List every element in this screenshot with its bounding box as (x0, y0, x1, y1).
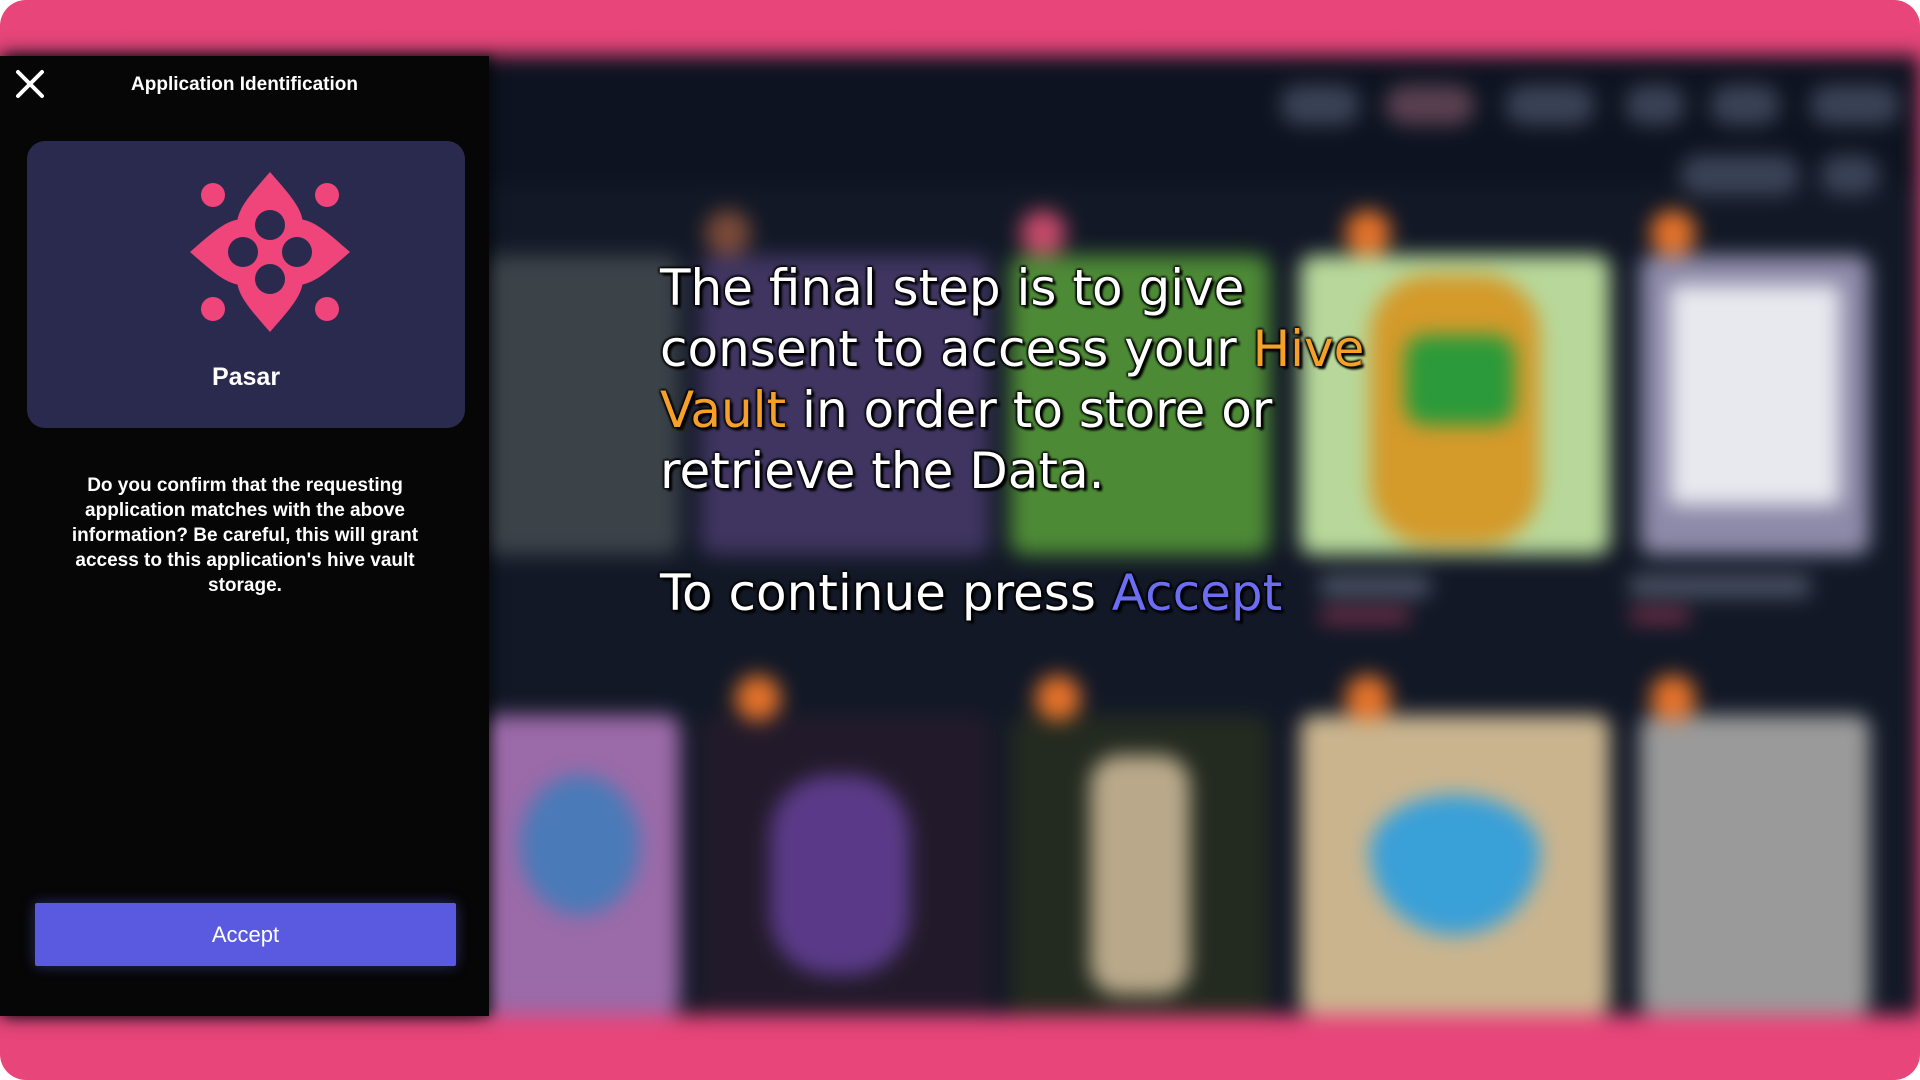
background-nav-pill (1810, 85, 1900, 125)
app-name: Pasar (211, 363, 281, 391)
background-nft-card (1640, 715, 1870, 1015)
continue-instruction: To continue press Accept (660, 563, 1282, 624)
background-nav-pill (1710, 85, 1780, 125)
confirmation-message: Do you confirm that the requesting appli… (71, 475, 419, 596)
background-caption (1320, 575, 1430, 597)
accept-button[interactable]: Accept (35, 903, 456, 966)
background-caption (1630, 575, 1810, 597)
background-nav-pill (1280, 85, 1360, 125)
background-nav-pill (1625, 85, 1685, 125)
instruction-overlay: The final step is to give consent to acc… (660, 258, 1420, 502)
background-nft-card (1300, 715, 1610, 1015)
background-nft-card (480, 715, 680, 1015)
background-nft-card (480, 255, 680, 555)
continue-highlight-accept: Accept (1111, 564, 1283, 622)
pasar-logo-icon (190, 172, 350, 332)
background-nav-pill (1385, 85, 1475, 125)
background-nft-card (1640, 255, 1870, 555)
background-caption (1320, 610, 1410, 622)
background-nft-card (1010, 715, 1270, 1015)
background-caption (1630, 610, 1690, 622)
background-avatar-dot (1035, 675, 1081, 721)
background-nft-card (700, 715, 990, 1015)
background-avatar-dot (1020, 210, 1066, 256)
background-avatar-dot (705, 210, 751, 256)
screenshot-frame: Application Identification Pasar Do you … (0, 0, 1920, 1080)
background-avatar-dot (1345, 210, 1391, 256)
background-nav-pill (1505, 85, 1595, 125)
instruction-text-part1: The final step is to give consent to acc… (660, 259, 1253, 378)
app-info-card: Pasar (27, 141, 465, 428)
panel-title: Application Identification (131, 74, 358, 95)
background-avatar-dot (1650, 675, 1696, 721)
continue-prefix: To continue press (660, 564, 1112, 622)
background-nav-pill (1820, 155, 1880, 195)
background-avatar-dot (1345, 675, 1391, 721)
background-avatar-dot (735, 675, 781, 721)
background-avatar-dot (1650, 210, 1696, 256)
background-nav-pill (1680, 155, 1800, 195)
